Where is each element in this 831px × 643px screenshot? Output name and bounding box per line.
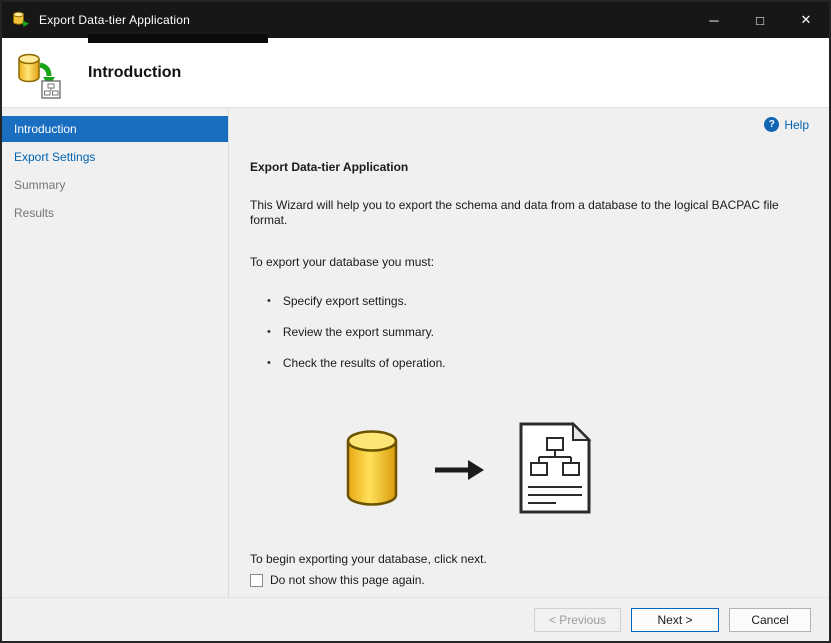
cancel-button[interactable]: Cancel bbox=[729, 607, 811, 632]
wizard-footer: < Previous Next > Cancel bbox=[2, 597, 829, 641]
wizard-steps-sidebar: Introduction Export Settings Summary Res… bbox=[2, 108, 229, 597]
titlebar-shadow-strip bbox=[88, 34, 268, 43]
checkbox-label: Do not show this page again. bbox=[270, 573, 425, 587]
sidebar-item-summary: Summary bbox=[14, 178, 66, 192]
list-item: • Check the results of operation. bbox=[250, 348, 809, 379]
previous-button: < Previous bbox=[533, 607, 621, 632]
sidebar-item-export-settings[interactable]: Export Settings bbox=[2, 144, 228, 170]
database-cylinder-icon bbox=[345, 429, 399, 510]
help-link[interactable]: ? Help bbox=[764, 117, 809, 132]
close-button[interactable]: ✕ bbox=[783, 2, 829, 38]
bacpac-document-icon bbox=[518, 421, 592, 518]
page-title: Introduction bbox=[88, 63, 182, 81]
database-export-icon bbox=[12, 11, 30, 29]
window-title: Export Data-tier Application bbox=[39, 13, 191, 27]
window-controls: ─ □ ✕ bbox=[691, 2, 829, 38]
begin-export-text: To begin exporting your database, click … bbox=[250, 552, 487, 566]
sidebar-item-introduction[interactable]: Introduction bbox=[2, 116, 228, 142]
maximize-button[interactable]: □ bbox=[737, 2, 783, 38]
next-button[interactable]: Next > bbox=[631, 607, 719, 632]
bullet-icon: • bbox=[267, 326, 271, 338]
help-label: Help bbox=[784, 117, 809, 132]
do-not-show-again-checkbox[interactable] bbox=[250, 573, 263, 587]
requirements-list: • Specify export settings. • Review the … bbox=[250, 286, 809, 379]
wizard-header: Introduction bbox=[2, 38, 829, 108]
wizard-content: ? Help Export Data-tier Application This… bbox=[229, 108, 829, 597]
do-not-show-again-option[interactable]: Do not show this page again. bbox=[250, 573, 809, 587]
export-wizard-window: Export Data-tier Application ─ □ ✕ Intro… bbox=[0, 0, 831, 643]
content-heading: Export Data-tier Application bbox=[250, 160, 409, 174]
list-item-text: Specify export settings. bbox=[282, 294, 407, 308]
sidebar-item-results: Results bbox=[14, 206, 55, 220]
bullet-icon: • bbox=[267, 357, 271, 369]
titlebar: Export Data-tier Application ─ □ ✕ bbox=[2, 2, 829, 38]
export-illustration bbox=[345, 421, 809, 518]
bullet-icon: • bbox=[267, 295, 271, 307]
minimize-button[interactable]: ─ bbox=[691, 2, 737, 38]
wizard-body: Introduction Export Settings Summary Res… bbox=[2, 108, 829, 597]
list-item: • Specify export settings. bbox=[250, 286, 809, 317]
list-item-text: Check the results of operation. bbox=[282, 356, 446, 370]
intro-text: This Wizard will help you to export the … bbox=[250, 198, 779, 227]
list-item-text: Review the export summary. bbox=[282, 325, 435, 339]
database-export-document-icon bbox=[15, 51, 63, 99]
list-item: • Review the export summary. bbox=[250, 317, 809, 348]
requirements-label: To export your database you must: bbox=[250, 255, 435, 269]
help-circle-icon: ? bbox=[764, 117, 780, 132]
right-arrow-icon bbox=[435, 459, 485, 481]
